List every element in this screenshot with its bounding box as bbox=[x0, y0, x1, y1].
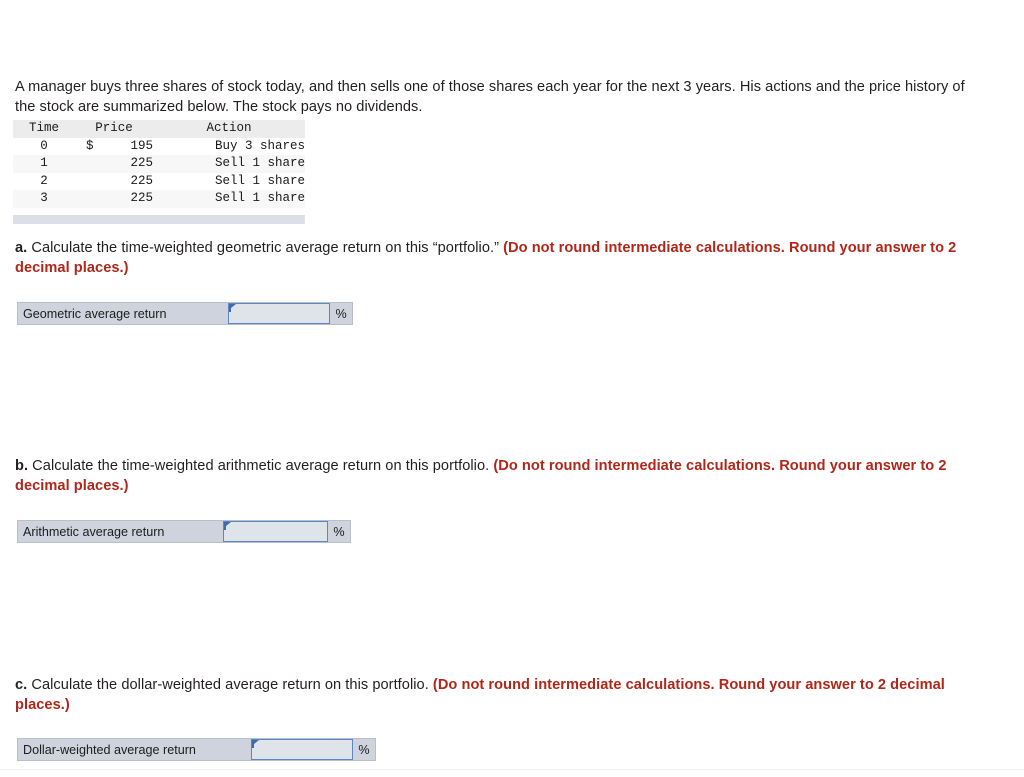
answer-row-geometric: Geometric average return % bbox=[17, 302, 353, 325]
answer-label-geometric: Geometric average return bbox=[23, 306, 167, 321]
cell-price: 225 bbox=[75, 190, 153, 208]
cell-price: 225 bbox=[75, 155, 153, 173]
cell-action: Sell 1 share bbox=[214, 173, 305, 188]
table-row: 3 225 Sell 1 share bbox=[13, 190, 305, 208]
price-value: 225 bbox=[130, 156, 153, 171]
cell-action: Sell 1 share bbox=[214, 191, 305, 206]
question-c-prompt: Calculate the dollar-weighted average re… bbox=[27, 677, 433, 693]
cell-action: Sell 1 share bbox=[214, 156, 305, 171]
percent-unit-geometric: % bbox=[335, 306, 347, 321]
cell-time: 3 bbox=[40, 191, 48, 206]
worksheet-page: A manager buys three shares of stock tod… bbox=[0, 0, 1024, 777]
table-row: 2 225 Sell 1 share bbox=[13, 172, 305, 191]
stock-history-table: Time Price Action 0 $195 Buy 3 shares 1 … bbox=[13, 120, 305, 224]
table-row: 0 $195 Buy 3 shares bbox=[13, 137, 305, 156]
table-footer-strip bbox=[13, 214, 305, 224]
stock-history-grid: Time Price Action 0 $195 Buy 3 shares 1 … bbox=[13, 120, 305, 208]
cell-time: 0 bbox=[40, 138, 48, 153]
dollar-weighted-average-return-input[interactable] bbox=[251, 739, 353, 760]
problem-statement: A manager buys three shares of stock tod… bbox=[15, 78, 965, 115]
answer-row-dollar-weighted: Dollar-weighted average return % bbox=[17, 738, 376, 761]
price-value: 225 bbox=[130, 173, 153, 188]
question-c-label: c. bbox=[15, 677, 28, 693]
table-row: 1 225 Sell 1 share bbox=[13, 155, 305, 173]
question-c: c. Calculate the dollar-weighted average… bbox=[15, 676, 975, 715]
answer-input-cell-geometric bbox=[227, 303, 331, 324]
question-b-prompt: Calculate the time-weighted arithmetic a… bbox=[28, 458, 494, 474]
table-header: Time Price Action bbox=[13, 120, 305, 138]
price-value: 225 bbox=[130, 191, 153, 206]
question-a: a. Calculate the time-weighted geometric… bbox=[15, 239, 960, 278]
answer-input-cell-dollar-weighted bbox=[251, 739, 353, 760]
percent-unit-dollar-weighted: % bbox=[358, 742, 370, 757]
question-a-prompt: Calculate the time-weighted geometric av… bbox=[27, 240, 504, 256]
cell-time: 1 bbox=[40, 156, 48, 171]
table-header-row: Time Price Action bbox=[13, 120, 305, 138]
question-b: b. Calculate the time-weighted arithmeti… bbox=[15, 457, 950, 496]
answer-row-arithmetic: Arithmetic average return % bbox=[17, 520, 351, 543]
column-header-action: Action bbox=[153, 120, 305, 138]
cell-action: Buy 3 shares bbox=[214, 138, 305, 153]
column-header-time: Time bbox=[13, 120, 75, 138]
question-a-label: a. bbox=[15, 240, 28, 256]
price-value: 195 bbox=[130, 138, 153, 153]
arithmetic-average-return-input[interactable] bbox=[223, 521, 328, 542]
percent-unit-arithmetic: % bbox=[333, 524, 345, 539]
cell-price: 225 bbox=[75, 173, 153, 191]
cell-time: 2 bbox=[40, 173, 48, 188]
currency-symbol: $ bbox=[86, 138, 94, 153]
page-bottom-divider bbox=[0, 769, 1024, 770]
answer-label-dollar-weighted: Dollar-weighted average return bbox=[23, 742, 196, 757]
geometric-average-return-input[interactable] bbox=[227, 303, 331, 324]
answer-label-arithmetic: Arithmetic average return bbox=[23, 524, 165, 539]
question-b-label: b. bbox=[15, 458, 29, 474]
cell-price: $195 bbox=[75, 138, 153, 156]
table-footer-gap bbox=[13, 207, 305, 211]
answer-input-cell-arithmetic bbox=[223, 521, 328, 542]
column-header-price: Price bbox=[75, 120, 153, 138]
table-body: 0 $195 Buy 3 shares 1 225 Sell 1 share 2… bbox=[13, 137, 305, 208]
